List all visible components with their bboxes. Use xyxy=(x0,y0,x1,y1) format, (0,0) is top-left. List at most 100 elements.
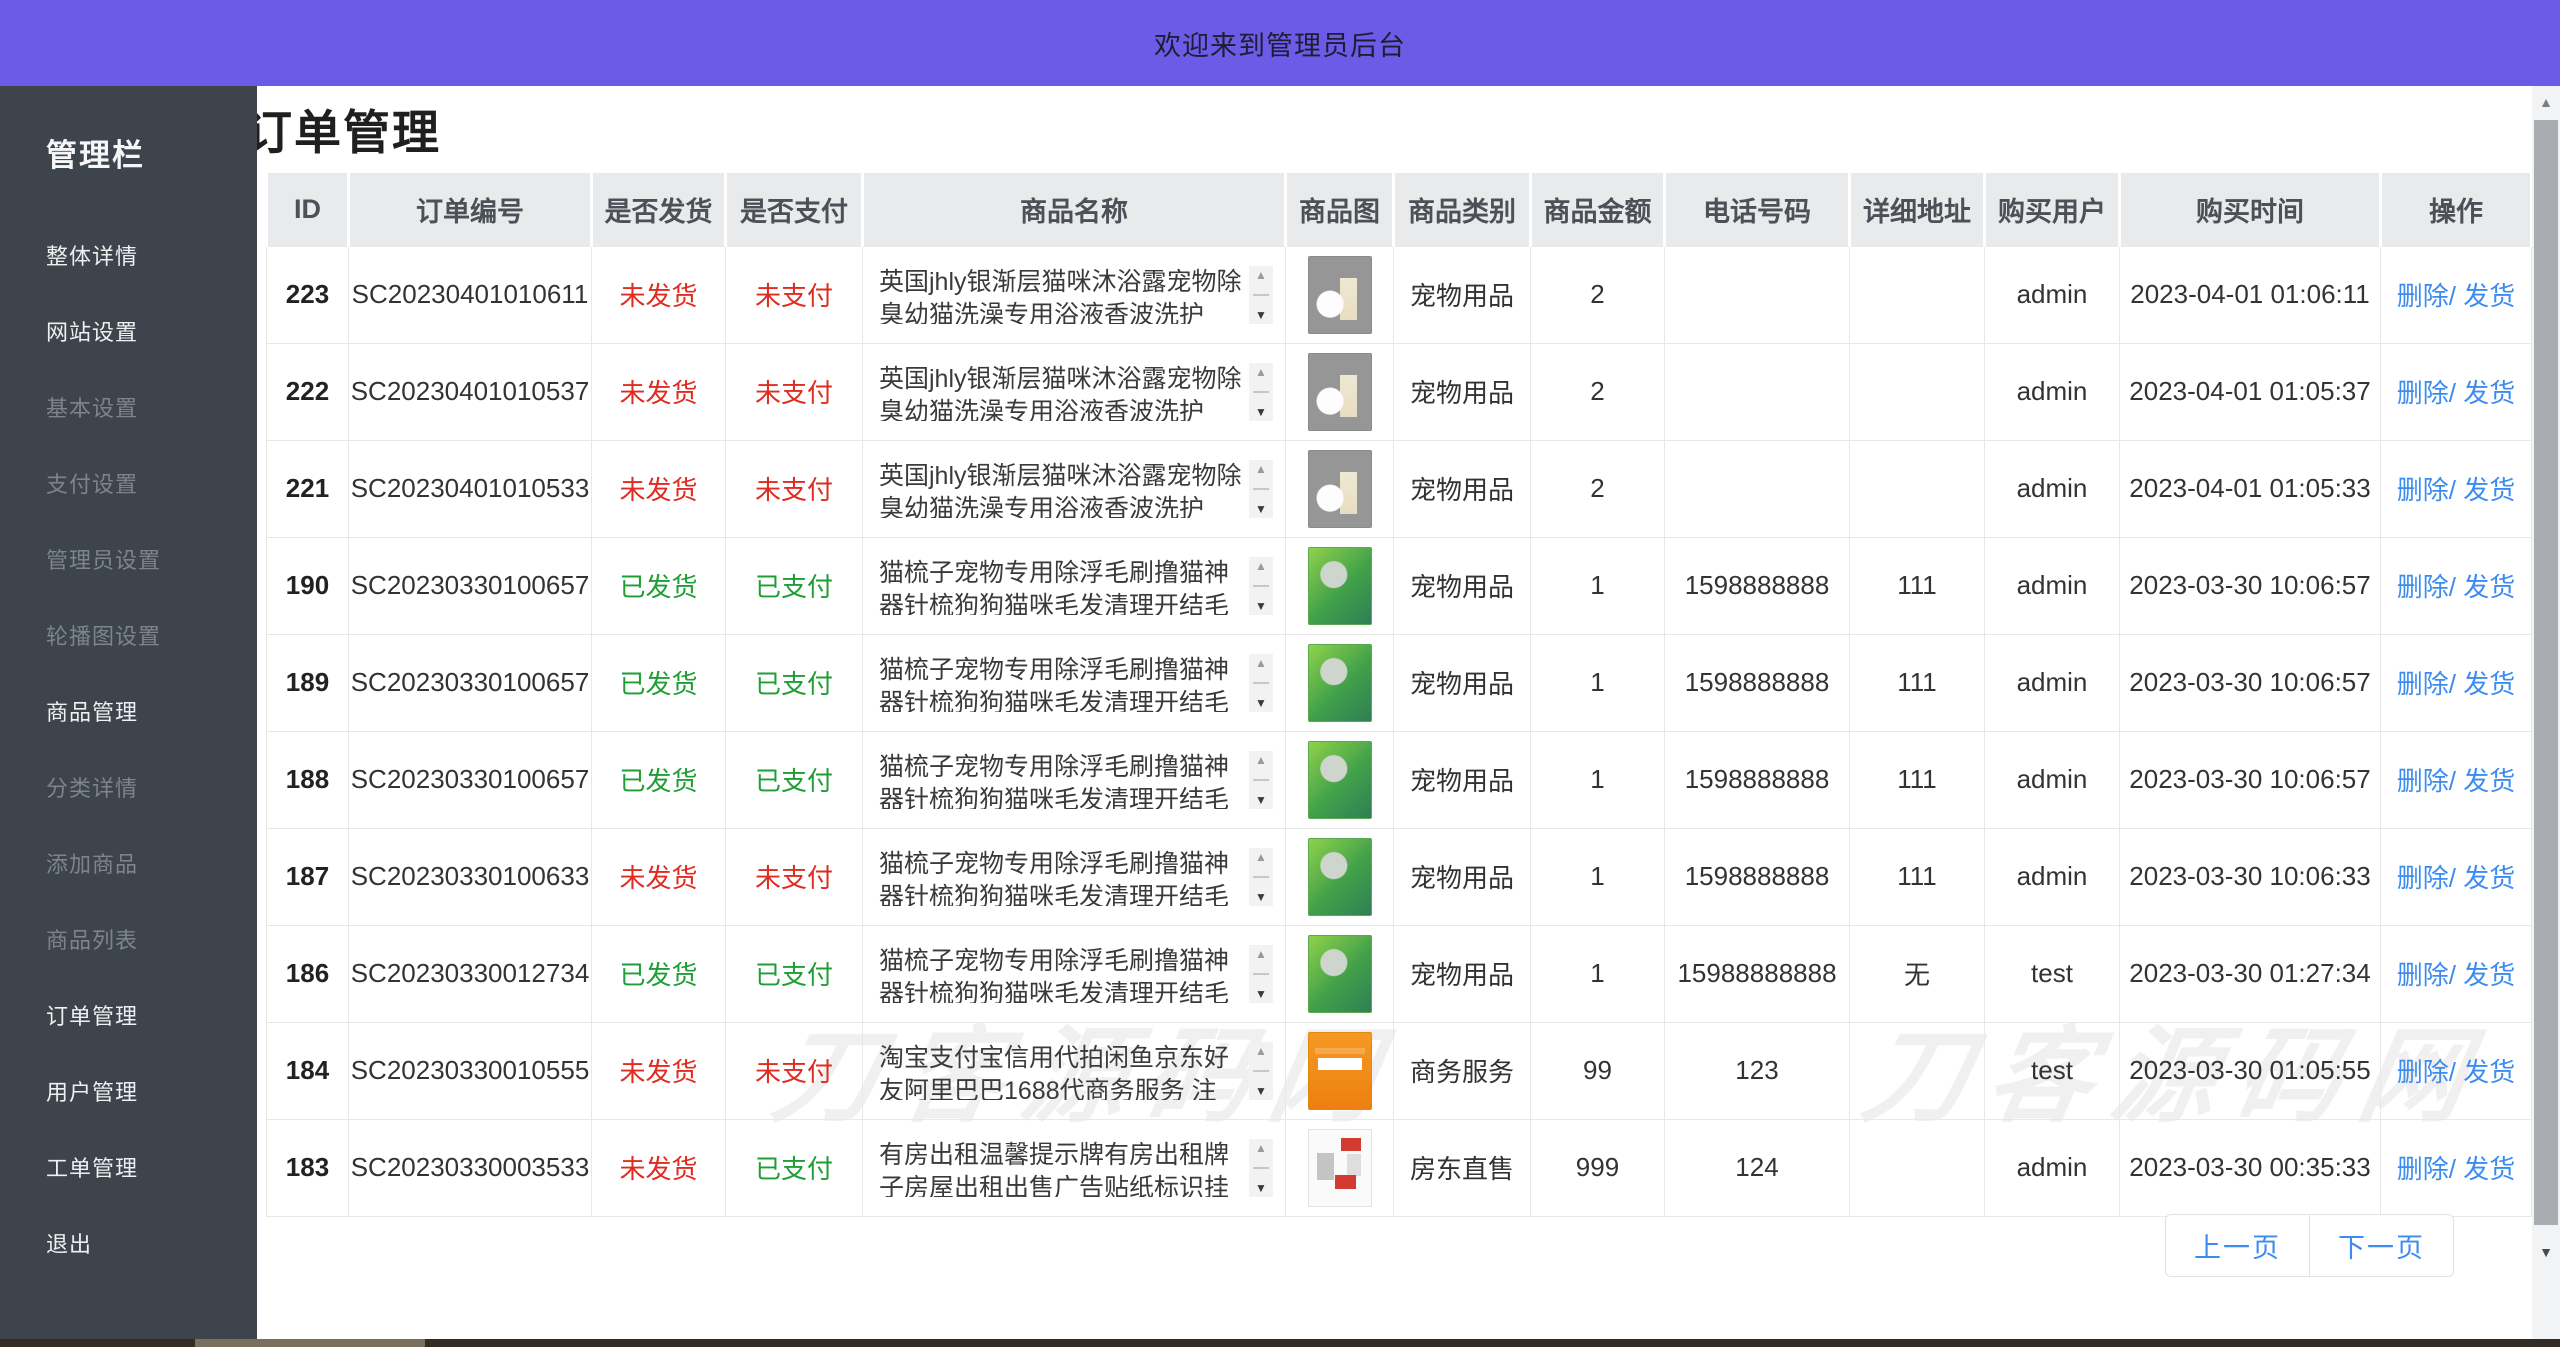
order-id: 190 xyxy=(266,536,349,635)
phone-number xyxy=(1664,439,1850,538)
delete-link[interactable]: 删除 xyxy=(2397,281,2449,311)
scroll-up-icon[interactable]: ▲ xyxy=(1255,657,1267,669)
vertical-scrollbar[interactable]: ▲ ▼ xyxy=(2532,86,2560,1339)
product-name-textarea[interactable]: 英国jhly银渐层猫咪沐浴露宠物除臭幼猫洗澡专用浴液香波洗护 ▲ ▼ xyxy=(875,362,1273,421)
order-number: SC20230330100657 xyxy=(348,730,592,829)
scroll-up-icon[interactable]: ▲ xyxy=(1255,463,1267,475)
scroll-up-icon[interactable]: ▲ xyxy=(1255,754,1267,766)
delete-link[interactable]: 删除 xyxy=(2397,960,2449,990)
horizontal-scrollbar[interactable] xyxy=(0,1339,2560,1347)
scrollbar-up-icon[interactable]: ▲ xyxy=(2532,94,2560,110)
ship-link[interactable]: 发货 xyxy=(2463,281,2515,311)
horizontal-scrollbar-thumb[interactable] xyxy=(195,1339,425,1347)
delete-link[interactable]: 删除 xyxy=(2397,378,2449,408)
product-name-textarea[interactable]: 英国jhly银渐层猫咪沐浴露宠物除臭幼猫洗澡专用浴液香波洗护 ▲ ▼ xyxy=(875,459,1273,518)
scroll-down-icon[interactable]: ▼ xyxy=(1255,406,1267,418)
product-image-cell xyxy=(1285,1118,1394,1217)
ship-link[interactable]: 发货 xyxy=(2463,572,2515,602)
textarea-scrollbar[interactable]: ▲ ▼ xyxy=(1249,362,1273,421)
textarea-scrollbar[interactable]: ▲ ▼ xyxy=(1249,459,1273,518)
ship-link[interactable]: 发货 xyxy=(2463,378,2515,408)
ship-link[interactable]: 发货 xyxy=(2463,475,2515,505)
next-page-button[interactable]: 下一页 xyxy=(2309,1214,2454,1277)
scroll-down-icon[interactable]: ▼ xyxy=(1255,503,1267,515)
ship-status: 未发货 xyxy=(591,439,726,538)
sidebar-item-0[interactable]: 整体详情 xyxy=(0,217,257,293)
buyer: admin xyxy=(1984,827,2120,926)
ship-link[interactable]: 发货 xyxy=(2463,669,2515,699)
scroll-down-icon[interactable]: ▼ xyxy=(1255,600,1267,612)
sidebar-item-3[interactable]: 支付设置 xyxy=(0,445,257,521)
product-name-textarea[interactable]: 猫梳子宠物专用除浮毛刷撸猫神器针梳狗狗猫咪毛发清理开结毛 ▲ ▼ xyxy=(875,750,1273,809)
sidebar-item-12[interactable]: 工单管理 xyxy=(0,1129,257,1205)
delete-link[interactable]: 删除 xyxy=(2397,669,2449,699)
sidebar-item-9[interactable]: 商品列表 xyxy=(0,901,257,977)
textarea-scrollbar[interactable]: ▲ ▼ xyxy=(1249,750,1273,809)
textarea-scrollbar[interactable]: ▲ ▼ xyxy=(1249,847,1273,906)
delete-link[interactable]: 删除 xyxy=(2397,1154,2449,1184)
product-name-textarea[interactable]: 猫梳子宠物专用除浮毛刷撸猫神器针梳狗狗猫咪毛发清理开结毛 ▲ ▼ xyxy=(875,847,1273,906)
textarea-scrollbar[interactable]: ▲ ▼ xyxy=(1249,653,1273,712)
sidebar-item-4[interactable]: 管理员设置 xyxy=(0,521,257,597)
sidebar-item-2[interactable]: 基本设置 xyxy=(0,369,257,445)
sidebar-item-1[interactable]: 网站设置 xyxy=(0,293,257,369)
product-name-textarea[interactable]: 英国jhly银渐层猫咪沐浴露宠物除臭幼猫洗澡专用浴液香波洗护 ▲ ▼ xyxy=(875,265,1273,324)
purchase-time: 2023-03-30 01:27:34 xyxy=(2119,924,2381,1023)
column-header-0: ID xyxy=(265,173,350,246)
product-name-textarea[interactable]: 猫梳子宠物专用除浮毛刷撸猫神器针梳狗狗猫咪毛发清理开结毛 ▲ ▼ xyxy=(875,556,1273,615)
scroll-up-icon[interactable]: ▲ xyxy=(1255,1045,1267,1057)
scrollbar-down-icon[interactable]: ▼ xyxy=(2532,1244,2560,1260)
scroll-up-icon[interactable]: ▲ xyxy=(1255,1142,1267,1154)
sidebar-item-6[interactable]: 商品管理 xyxy=(0,673,257,749)
ship-link[interactable]: 发货 xyxy=(2463,766,2515,796)
sidebar-item-5[interactable]: 轮播图设置 xyxy=(0,597,257,673)
scroll-down-icon[interactable]: ▼ xyxy=(1255,697,1267,709)
textarea-scrollbar[interactable]: ▲ ▼ xyxy=(1249,1041,1273,1100)
delete-link[interactable]: 删除 xyxy=(2397,572,2449,602)
sidebar-item-11[interactable]: 用户管理 xyxy=(0,1053,257,1129)
sidebar-menu: 整体详情 网站设置 基本设置 支付设置 管理员设置 轮播图设置 商品管理 分类详情 添加商品 商品… xyxy=(0,217,257,1281)
product-name-textarea[interactable]: 有房出租温馨提示牌有房出租牌子房屋出租出售广告贴纸标识挂 ▲ ▼ xyxy=(875,1138,1273,1197)
textarea-scrollbar[interactable]: ▲ ▼ xyxy=(1249,265,1273,324)
scroll-up-icon[interactable]: ▲ xyxy=(1255,851,1267,863)
scroll-up-icon[interactable]: ▲ xyxy=(1255,560,1267,572)
product-image-cell xyxy=(1285,1021,1394,1120)
scroll-up-icon[interactable]: ▲ xyxy=(1255,366,1267,378)
sidebar-item-7[interactable]: 分类详情 xyxy=(0,749,257,825)
sidebar-item-13[interactable]: 退出 xyxy=(0,1205,257,1281)
product-name-cell: 英国jhly银渐层猫咪沐浴露宠物除臭幼猫洗澡专用浴液香波洗护 ▲ ▼ xyxy=(862,342,1286,441)
product-amount: 2 xyxy=(1530,342,1665,441)
textarea-scrollbar[interactable]: ▲ ▼ xyxy=(1249,1138,1273,1197)
scroll-down-icon[interactable]: ▼ xyxy=(1255,891,1267,903)
prev-page-button[interactable]: 上一页 xyxy=(2165,1214,2309,1277)
phone-number: 123 xyxy=(1664,1021,1850,1120)
sidebar-item-10[interactable]: 订单管理 xyxy=(0,977,257,1053)
ship-link[interactable]: 发货 xyxy=(2463,1154,2515,1184)
delete-link[interactable]: 删除 xyxy=(2397,1057,2449,1087)
scroll-up-icon[interactable]: ▲ xyxy=(1255,269,1267,281)
ship-link[interactable]: 发货 xyxy=(2463,1057,2515,1087)
scrollbar-thumb[interactable] xyxy=(2534,120,2558,1225)
product-name-textarea[interactable]: 猫梳子宠物专用除浮毛刷撸猫神器针梳狗狗猫咪毛发清理开结毛 ▲ ▼ xyxy=(875,944,1273,1003)
sidebar-item-8[interactable]: 添加商品 xyxy=(0,825,257,901)
scroll-down-icon[interactable]: ▼ xyxy=(1255,309,1267,321)
product-image xyxy=(1307,740,1372,819)
pay-status: 未支付 xyxy=(725,439,863,538)
textarea-scrollbar[interactable]: ▲ ▼ xyxy=(1249,556,1273,615)
scroll-down-icon[interactable]: ▼ xyxy=(1255,1085,1267,1097)
ship-link[interactable]: 发货 xyxy=(2463,960,2515,990)
buyer: admin xyxy=(1984,245,2120,344)
product-name-textarea[interactable]: 猫梳子宠物专用除浮毛刷撸猫神器针梳狗狗猫咪毛发清理开结毛 ▲ ▼ xyxy=(875,653,1273,712)
textarea-scrollbar[interactable]: ▲ ▼ xyxy=(1249,944,1273,1003)
scroll-up-icon[interactable]: ▲ xyxy=(1255,948,1267,960)
scroll-down-icon[interactable]: ▼ xyxy=(1255,988,1267,1000)
delete-link[interactable]: 删除 xyxy=(2397,766,2449,796)
product-name-textarea[interactable]: 淘宝支付宝信用代拍闲鱼京东好友阿里巴巴1688代商务服务 注 ▲ ▼ xyxy=(875,1041,1273,1100)
scroll-down-icon[interactable]: ▼ xyxy=(1255,1182,1267,1194)
scroll-down-icon[interactable]: ▼ xyxy=(1255,794,1267,806)
delete-link[interactable]: 删除 xyxy=(2397,475,2449,505)
actions-cell: 删除/ 发货 xyxy=(2380,1118,2532,1217)
delete-link[interactable]: 删除 xyxy=(2397,863,2449,893)
ship-link[interactable]: 发货 xyxy=(2463,863,2515,893)
actions-cell: 删除/ 发货 xyxy=(2380,536,2532,635)
